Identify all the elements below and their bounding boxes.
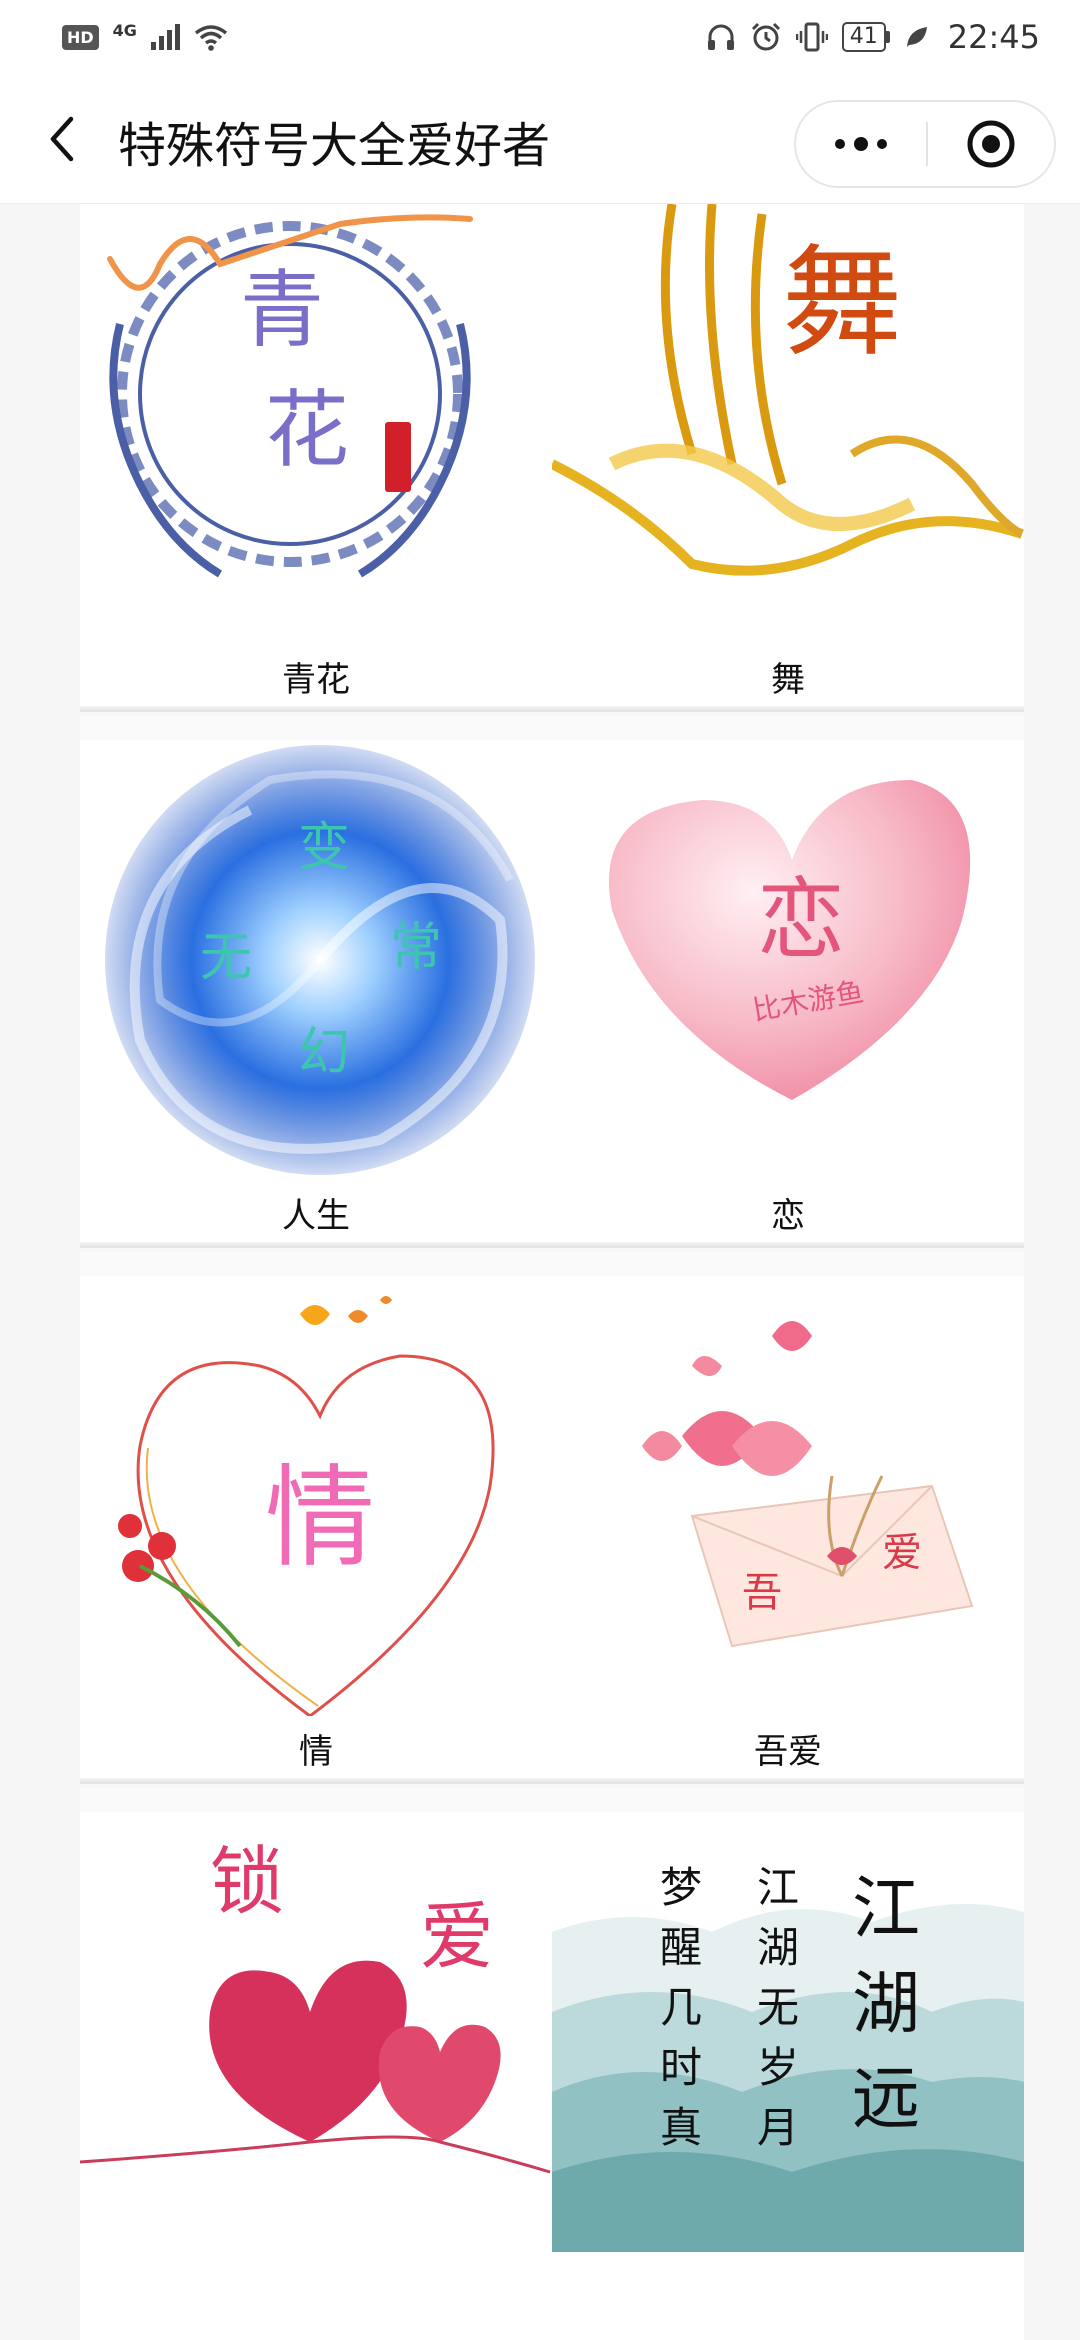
hd-badge: HD xyxy=(62,24,99,50)
more-button[interactable] xyxy=(796,102,926,186)
battery-level: 41 xyxy=(841,22,886,52)
status-bar: HD 4G 41 22:45 xyxy=(0,0,1080,74)
wu-phoenix-art: 舞 xyxy=(552,204,1024,644)
ai-char: 爱 xyxy=(420,1894,494,1980)
jianghu-char: 醒 xyxy=(660,1923,702,1972)
alarm-icon xyxy=(751,22,780,51)
close-miniprogram-button[interactable] xyxy=(928,102,1054,186)
leaf-icon xyxy=(906,27,927,47)
vortex-char-2: 无 xyxy=(200,928,252,988)
jianghu-char: 时 xyxy=(660,2043,702,2092)
jianghu-char: 岁 xyxy=(757,2043,799,2092)
row-gap xyxy=(80,1788,1024,1812)
jianghu-char: 湖 xyxy=(852,1965,920,2044)
vortex-art: 变 无 常 幻 xyxy=(80,740,552,1180)
nav-bar: 特殊符号大全爱好者 xyxy=(0,74,1080,204)
headphones-icon xyxy=(707,24,734,50)
vortex-char-4: 幻 xyxy=(298,1023,350,1083)
jianghu-char: 月 xyxy=(757,2103,799,2152)
suo-ai-art: 锁 爱 xyxy=(80,1812,552,2252)
page-title: 特殊符号大全爱好者 xyxy=(118,118,551,174)
card-caption: 人生 xyxy=(282,1196,350,1236)
qing-heart-art: 情 xyxy=(80,1276,552,1716)
clock: 22:45 xyxy=(947,18,1040,56)
grid-card[interactable]: 锁 爱 xyxy=(80,1812,552,2340)
jianghu-char: 远 xyxy=(852,2060,920,2139)
signal-icon xyxy=(150,24,180,50)
love-letter-art: 吾 爱 xyxy=(552,1276,1024,1716)
status-left: HD 4G xyxy=(62,20,228,51)
lian-char: 恋 xyxy=(757,868,845,971)
wu-char: 舞 xyxy=(782,234,902,373)
grid-card[interactable]: 情 情 xyxy=(80,1276,552,1784)
jianghu-char: 真 xyxy=(660,2103,702,2152)
qinghua-char-2: 花 xyxy=(265,381,349,479)
card-caption: 青花 xyxy=(282,660,350,700)
jianghu-art: 梦 醒 几 时 真 江 湖 无 岁 月 江 湖 远 xyxy=(552,1812,1024,2252)
qinghua-art: 青 花 xyxy=(80,204,552,644)
row-gap xyxy=(80,716,1024,740)
jianghu-char: 无 xyxy=(757,1983,799,2032)
seal-stamp xyxy=(385,422,411,492)
suo-char: 锁 xyxy=(210,1839,284,1925)
grid-card[interactable]: 恋 比木游鱼 恋 xyxy=(552,740,1024,1248)
qinghua-char-1: 青 xyxy=(240,261,324,359)
wuai-char-2: 爱 xyxy=(882,1530,922,1576)
battery-icon: 41 xyxy=(841,22,890,52)
vibrate-icon xyxy=(795,22,828,52)
row-gap xyxy=(80,1252,1024,1276)
network-type: 4G xyxy=(112,20,137,40)
miniprogram-capsule xyxy=(794,100,1056,188)
jianghu-char: 梦 xyxy=(660,1863,702,1912)
grid-card[interactable]: 吾 爱 吾爱 xyxy=(552,1276,1024,1784)
card-caption: 舞 xyxy=(771,660,805,700)
chevron-left-icon xyxy=(50,116,74,162)
card-caption: 情 xyxy=(299,1732,333,1772)
more-dots-icon xyxy=(835,137,887,151)
vortex-char-1: 变 xyxy=(298,818,350,878)
jianghu-char: 湖 xyxy=(757,1923,799,1972)
jianghu-char: 江 xyxy=(852,1870,920,1949)
grid-card[interactable]: 青 花 青花 xyxy=(80,204,552,712)
card-caption: 吾爱 xyxy=(754,1732,822,1772)
qing-char: 情 xyxy=(265,1454,375,1582)
grid-card[interactable]: 梦 醒 几 时 真 江 湖 无 岁 月 江 湖 远 xyxy=(552,1812,1024,2340)
jianghu-char: 江 xyxy=(757,1863,799,1912)
vortex-char-3: 常 xyxy=(390,918,442,978)
wuai-char-1: 吾 xyxy=(742,1570,782,1616)
back-button[interactable] xyxy=(30,104,94,174)
pink-heart-art: 恋 比木游鱼 xyxy=(552,740,1024,1180)
wifi-icon xyxy=(194,25,228,51)
grid-card[interactable]: 舞 舞 xyxy=(552,204,1024,712)
jianghu-char: 几 xyxy=(660,1983,702,2032)
card-caption: 恋 xyxy=(771,1196,805,1236)
grid-card[interactable]: 变 无 常 幻 人生 xyxy=(80,740,552,1248)
status-right: 41 22:45 xyxy=(706,18,1040,56)
target-circle-icon xyxy=(967,120,1015,168)
